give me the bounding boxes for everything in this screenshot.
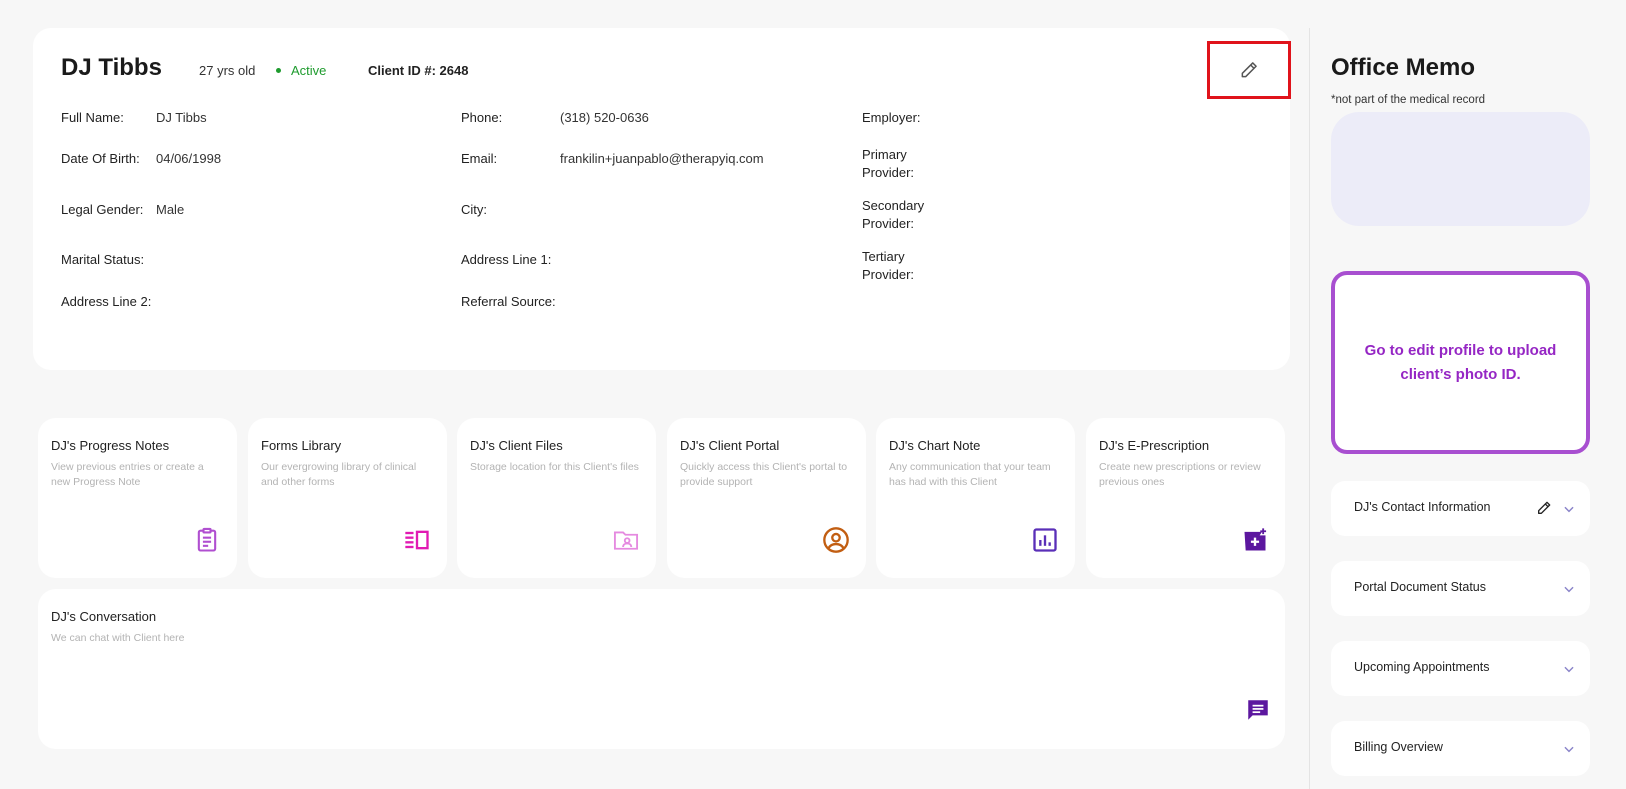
- pencil-icon: [1241, 62, 1257, 78]
- tile-e-prescription[interactable]: DJ's E-Prescription Create new prescript…: [1086, 418, 1285, 578]
- client-profile-card: DJ Tibbs 27 yrs old Active Client ID #: …: [33, 28, 1291, 370]
- tile-chart-note[interactable]: DJ's Chart Note Any communication that y…: [876, 418, 1075, 578]
- tile-client-files[interactable]: DJ's Client Files Storage location for t…: [457, 418, 656, 578]
- office-memo-title: Office Memo: [1331, 54, 1476, 81]
- edit-profile-button[interactable]: [1207, 41, 1291, 99]
- tile-description: Our evergrowing library of clinical and …: [261, 461, 417, 488]
- tile-description: View previous entries or create a new Pr…: [51, 461, 204, 488]
- tile-client-portal[interactable]: DJ's Client Portal Quickly access this C…: [667, 418, 866, 578]
- tertiary-provider-label-line-1: Tertiary: [862, 249, 905, 264]
- sidebar-divider: [1309, 28, 1310, 789]
- tile-description: Storage location for this Client's files: [470, 461, 639, 473]
- address-line-2-label: Address Line 2:: [61, 294, 152, 309]
- secondary-provider-label-line-1: Secondary: [862, 198, 925, 213]
- tertiary-provider-label-line-2: Provider:: [862, 267, 915, 282]
- tile-description: Quickly access this Client's portal to p…: [680, 461, 848, 488]
- primary-provider-label: Primary Provider:: [862, 146, 914, 182]
- primary-provider-label-line-2: Provider:: [862, 165, 915, 180]
- tile-title: DJ's Progress Notes: [51, 438, 170, 453]
- office-memo-input[interactable]: [1331, 112, 1590, 226]
- full-name-label: Full Name:: [61, 110, 124, 125]
- folder-user-icon: [613, 531, 639, 550]
- gender-label: Legal Gender:: [61, 202, 144, 217]
- primary-provider-label-line-1: Primary: [862, 147, 907, 162]
- tile-description: Any communication that your team has had…: [889, 461, 1051, 488]
- phone-label: Phone:: [461, 110, 503, 125]
- status-text: Active: [291, 63, 327, 78]
- tile-title: DJ's Chart Note: [889, 438, 981, 453]
- full-name-value: DJ Tibbs: [156, 110, 207, 125]
- user-circle-icon: [823, 527, 849, 553]
- dob-value: 04/06/1998: [156, 151, 222, 166]
- tile-title: DJ's E-Prescription: [1099, 438, 1210, 453]
- bar-chart-icon: [1033, 528, 1057, 552]
- status-dot-icon: [276, 68, 281, 74]
- tile-description: Create new prescriptions or review previ…: [1099, 461, 1261, 488]
- forms-library-icon: [405, 530, 429, 550]
- accordion-upcoming-appointments[interactable]: Upcoming Appointments: [1331, 641, 1590, 696]
- accordion-label: DJ's Contact Information: [1354, 500, 1491, 514]
- secondary-provider-label-line-2: Provider:: [862, 216, 915, 231]
- client-age: 27 yrs old: [199, 63, 256, 78]
- photo-id-prompt-text: Go to edit profile to upload client’s ph…: [1364, 341, 1557, 383]
- clipboard-icon: [197, 527, 217, 552]
- accordion-portal-document-status[interactable]: Portal Document Status: [1331, 561, 1590, 616]
- gender-value: Male: [156, 202, 185, 217]
- tile-progress-notes[interactable]: DJ's Progress Notes View previous entrie…: [38, 418, 237, 578]
- address-line-1-label: Address Line 1:: [461, 252, 552, 267]
- chat-icon: [1248, 700, 1268, 720]
- prescription-icon: [1244, 528, 1267, 551]
- chevron-down-icon[interactable]: [1562, 662, 1576, 676]
- office-memo-note: *not part of the medical record: [1331, 94, 1486, 106]
- conversation-title: DJ's Conversation: [51, 609, 157, 624]
- photo-id-upload-prompt[interactable]: Go to edit profile to upload client’s ph…: [1331, 271, 1590, 454]
- pencil-icon[interactable]: [1536, 500, 1552, 516]
- secondary-provider-label: Secondary Provider:: [862, 197, 924, 233]
- tile-title: Forms Library: [261, 438, 342, 453]
- accordion-billing-overview[interactable]: Billing Overview: [1331, 721, 1590, 776]
- status-badge: Active: [276, 63, 326, 78]
- chevron-down-icon[interactable]: [1562, 502, 1576, 516]
- tertiary-provider-label: Tertiary Provider:: [862, 248, 914, 284]
- dob-label: Date Of Birth:: [61, 151, 140, 166]
- referral-source-label: Referral Source:: [461, 294, 556, 309]
- tile-forms-library[interactable]: Forms Library Our evergrowing library of…: [248, 418, 447, 578]
- accordion-contact-information[interactable]: DJ's Contact Information: [1331, 481, 1590, 536]
- email-label: Email:: [461, 151, 498, 166]
- client-id: Client ID #: 2648: [368, 63, 469, 78]
- client-name: DJ Tibbs: [61, 54, 162, 81]
- chevron-down-icon[interactable]: [1562, 582, 1576, 596]
- marital-status-label: Marital Status:: [61, 252, 145, 267]
- tile-title: DJ's Client Portal: [680, 438, 780, 453]
- accordion-label: Portal Document Status: [1354, 580, 1487, 594]
- phone-value: (318) 520-0636: [560, 110, 649, 125]
- city-label: City:: [461, 202, 487, 217]
- email-value: frankilin+juanpablo@therapyiq.com: [560, 151, 764, 166]
- employer-label: Employer:: [862, 110, 921, 125]
- accordion-label: Upcoming Appointments: [1354, 660, 1490, 674]
- accordion-label: Billing Overview: [1354, 740, 1443, 754]
- conversation-description: We can chat with Client here: [51, 632, 185, 644]
- chevron-down-icon[interactable]: [1562, 742, 1576, 756]
- conversation-panel[interactable]: DJ's Conversation We can chat with Clien…: [38, 589, 1285, 749]
- tile-title: DJ's Client Files: [470, 438, 563, 453]
